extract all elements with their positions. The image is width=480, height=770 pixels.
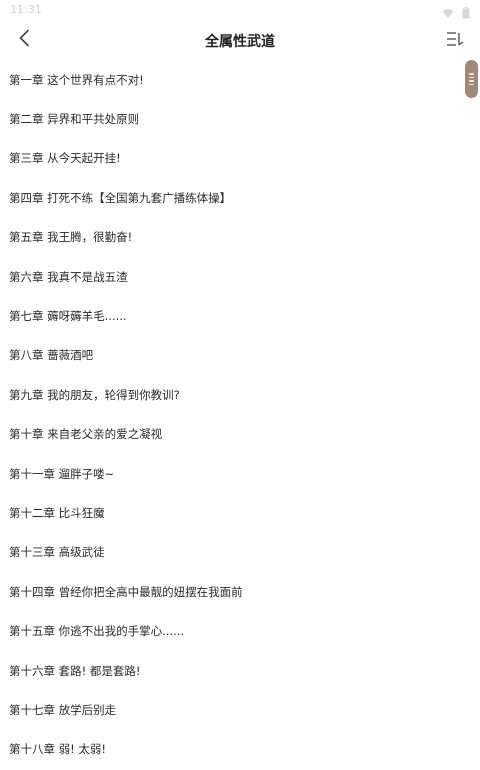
chapter-item[interactable]: 第十二章 比斗狂魔 <box>0 493 480 532</box>
chapter-item[interactable]: 第七章 薅呀薅羊毛...... <box>0 296 480 335</box>
chapter-item[interactable]: 第十一章 遛胖子喽~ <box>0 454 480 493</box>
chapter-item[interactable]: 第十五章 你逃不出我的手掌心...... <box>0 611 480 650</box>
header-bar: 全属性武道 <box>0 22 480 60</box>
chapter-item[interactable]: 第八章 蔷薇酒吧 <box>0 336 480 375</box>
chapter-list: 第一章 这个世界有点不对! 第二章 异界和平共处原则 第三章 从今天起开挂! 第… <box>0 60 480 769</box>
chapter-item[interactable]: 第九章 我的朋友，轮得到你教训? <box>0 375 480 414</box>
grip-line <box>469 83 474 85</box>
wifi-icon <box>442 4 454 23</box>
grip-line <box>469 80 474 82</box>
grip-line <box>469 76 474 78</box>
chapter-item[interactable]: 第六章 我真不是战五渣 <box>0 257 480 296</box>
chapter-item[interactable]: 第一章 这个世界有点不对! <box>0 60 480 99</box>
page-title: 全属性武道 <box>205 34 275 50</box>
status-bar: 11:31 <box>0 0 480 22</box>
chapter-item[interactable]: 第五章 我王腾，很勤奋! <box>0 218 480 257</box>
chapter-item[interactable]: 第十四章 曾经你把全高中最靓的妞摆在我面前 <box>0 572 480 611</box>
battery-icon <box>462 4 470 23</box>
chapter-item[interactable]: 第十章 来自老父亲的爱之凝视 <box>0 415 480 454</box>
chapter-item[interactable]: 第四章 打死不练【全国第九套广播练体操】 <box>0 178 480 217</box>
sort-button[interactable] <box>442 28 468 54</box>
fast-scroll-handle[interactable] <box>465 60 478 98</box>
sort-lines-icon <box>446 31 464 51</box>
chapter-item[interactable]: 第三章 从今天起开挂! <box>0 139 480 178</box>
chapter-item[interactable]: 第十八章 弱! 太弱! <box>0 730 480 769</box>
chapter-item[interactable]: 第十三章 高级武徒 <box>0 533 480 572</box>
status-icons <box>442 4 470 23</box>
status-time: 11:31 <box>10 3 42 16</box>
chapter-item[interactable]: 第二章 异界和平共处原则 <box>0 99 480 138</box>
grip-line <box>469 73 474 75</box>
chapter-item[interactable]: 第十六章 套路! 都是套路! <box>0 651 480 690</box>
chapter-item[interactable]: 第十七章 放学后别走 <box>0 690 480 729</box>
